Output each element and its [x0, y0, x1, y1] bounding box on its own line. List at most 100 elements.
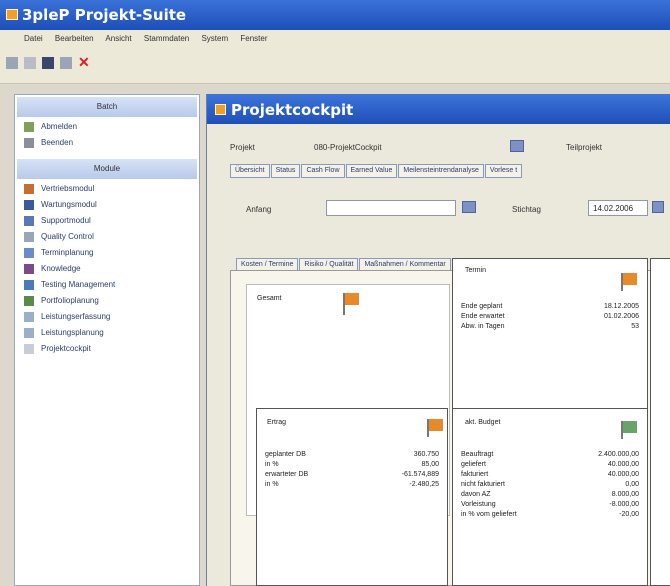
sidebar-item-label: Portfolioplanung	[41, 296, 99, 305]
sidebar-item-beenden[interactable]: Beenden	[15, 135, 199, 151]
row-value: 01.02.2006	[603, 313, 639, 320]
sidebar-section-module[interactable]: Module	[17, 159, 197, 179]
budget-row: in % vom geliefert -20,00	[461, 511, 639, 521]
row-label: Ende erwartet	[461, 313, 505, 320]
row-label: Vorleistung	[461, 501, 496, 508]
row-label: Beauftragt	[461, 451, 494, 458]
sidebar-item-terminplanung[interactable]: Terminplanung	[15, 245, 199, 261]
new-icon[interactable]	[6, 57, 18, 69]
sidebar-item-label: Terminplanung	[41, 248, 94, 257]
sidebar-item-label: Supportmodul	[41, 216, 91, 225]
tab-vorlese[interactable]: Vorlese t	[484, 164, 523, 178]
schedule-icon	[24, 248, 34, 258]
card-ertrag: Ertrag geplanter DB 360.750 in % 85,00 erw…	[256, 408, 448, 586]
stichtag-field[interactable]: 14.02.2006	[588, 200, 648, 216]
menu-bar: Datei Bearbeiten Ansicht Stammdaten Syst…	[0, 30, 670, 50]
row-label: nicht fakturiert	[461, 481, 505, 488]
ertrag-row: erwarteter DB -61.574,889	[265, 471, 439, 481]
sidebar-section-batch[interactable]: Batch	[17, 97, 197, 117]
row-label: Ende geplant	[461, 303, 503, 310]
tab-earned-value[interactable]: Earned Value	[345, 164, 398, 178]
menu-bearbeiten[interactable]: Bearbeiten	[55, 34, 94, 43]
sidebar-item-label: Quality Control	[41, 232, 94, 241]
row-label: in %	[265, 481, 279, 488]
anfang-calendar-icon[interactable]	[462, 201, 476, 213]
maintenance-icon	[24, 200, 34, 210]
menu-system[interactable]: System	[201, 34, 228, 43]
termin-row: Abw. in Tagen 53	[461, 323, 639, 333]
anfang-field[interactable]	[326, 200, 456, 216]
sidebar-item-knowledge[interactable]: Knowledge	[15, 261, 199, 277]
row-value: 40.000,00	[607, 471, 639, 478]
filter-icon[interactable]	[24, 57, 36, 69]
budget-row: Beauftragt 2.400.000,00	[461, 451, 639, 461]
row-label: erwarteter DB	[265, 471, 309, 478]
sidebar-item-label: Abmelden	[41, 122, 78, 131]
card-budget-title: akt. Budget	[465, 419, 501, 426]
sidebar-item-label: Wartungsmodul	[41, 200, 97, 209]
row-value: 53	[631, 323, 639, 330]
sidebar-item-abmelden[interactable]: Abmelden	[15, 119, 199, 135]
cockpit-titlebar: Projektcockpit	[207, 94, 670, 124]
row-value: 18.12.2005	[603, 303, 639, 310]
row-value: 0,00	[625, 481, 639, 488]
projekt-lookup-icon[interactable]	[510, 140, 524, 152]
teilprojekt-label: Teilprojekt	[566, 143, 603, 152]
sidebar-item-label: Knowledge	[41, 264, 81, 273]
menu-stammdaten[interactable]: Stammdaten	[144, 34, 189, 43]
delete-icon[interactable]: ✕	[78, 55, 92, 69]
sidebar-item-testing-management[interactable]: Testing Management	[15, 277, 199, 293]
status-flag-icon	[429, 419, 443, 431]
tab-status[interactable]: Status	[270, 164, 301, 178]
sidebar-item-leistungsplanung[interactable]: Leistungsplanung	[15, 325, 199, 341]
ertrag-row: in % 85,00	[265, 461, 439, 471]
toolbar: ✕	[0, 50, 670, 84]
tab-cash-flow[interactable]: Cash Flow	[301, 164, 345, 178]
termin-row: Ende erwartet 01.02.2006	[461, 313, 639, 323]
status-flag-icon	[623, 421, 637, 433]
stichtag-calendar-icon[interactable]	[652, 201, 664, 213]
tab-uebersicht[interactable]: Übersicht	[230, 164, 270, 178]
sidebar-item-supportmodul[interactable]: Supportmodul	[15, 213, 199, 229]
row-value: -8.000,00	[609, 501, 639, 508]
projekt-value[interactable]: 080-ProjektCockpit	[314, 143, 382, 152]
sidebar-item-label: Leistungserfassung	[41, 312, 111, 321]
menu-datei[interactable]: Datei	[24, 34, 43, 43]
row-label: geplanter DB	[265, 451, 306, 458]
sidebar-item-portfolioplanung[interactable]: Portfolioplanung	[15, 293, 199, 309]
row-label: Abw. in Tagen	[461, 323, 505, 330]
sidebar-item-leistungserfassung[interactable]: Leistungserfassung	[15, 309, 199, 325]
row-value: 40.000,00	[607, 461, 639, 468]
tab-meilensteintrendanalyse[interactable]: Meilensteintrendanalyse	[398, 164, 484, 178]
menu-ansicht[interactable]: Ansicht	[105, 34, 131, 43]
ertrag-row: geplanter DB 360.750	[265, 451, 439, 461]
save-icon[interactable]	[42, 57, 54, 69]
resource-planning-icon	[24, 328, 34, 338]
budget-row: fakturiert 40.000,00	[461, 471, 639, 481]
menu-fenster[interactable]: Fenster	[240, 34, 267, 43]
stichtag-label: Stichtag	[512, 205, 541, 214]
copy-icon[interactable]	[60, 57, 72, 69]
exit-icon	[24, 138, 34, 148]
sidebar-item-vertriebsmodul[interactable]: Vertriebsmodul	[15, 181, 199, 197]
card-budget: akt. Budget Beauftragt 2.400.000,00 gelie…	[452, 408, 648, 586]
sidebar-item-label: Leistungsplanung	[41, 328, 104, 337]
budget-row: nicht fakturiert 0,00	[461, 481, 639, 491]
sidebar-item-wartungsmodul[interactable]: Wartungsmodul	[15, 197, 199, 213]
sidebar-item-label: Projektcockpit	[41, 344, 91, 353]
row-value: 360.750	[413, 451, 439, 458]
budget-row: Vorleistung -8.000,00	[461, 501, 639, 511]
sidebar-item-projektcockpit[interactable]: Projektcockpit	[15, 341, 199, 357]
row-label: geliefert	[461, 461, 486, 468]
navigation-sidebar: Batch Abmelden Beenden Module Vertriebsm…	[14, 94, 200, 586]
row-value: 2.400.000,00	[598, 451, 639, 458]
sidebar-item-label: Testing Management	[41, 280, 116, 289]
sidebar-item-quality-control[interactable]: Quality Control	[15, 229, 199, 245]
status-flag-icon	[623, 273, 637, 285]
row-value: 85,00	[421, 461, 439, 468]
row-value: 8.000,00	[611, 491, 639, 498]
cockpit-icon	[24, 344, 34, 354]
app-title: 3pleP Projekt-Suite	[22, 6, 187, 24]
cockpit-title: Projektcockpit	[231, 101, 354, 119]
row-label: in % vom geliefert	[461, 511, 517, 518]
